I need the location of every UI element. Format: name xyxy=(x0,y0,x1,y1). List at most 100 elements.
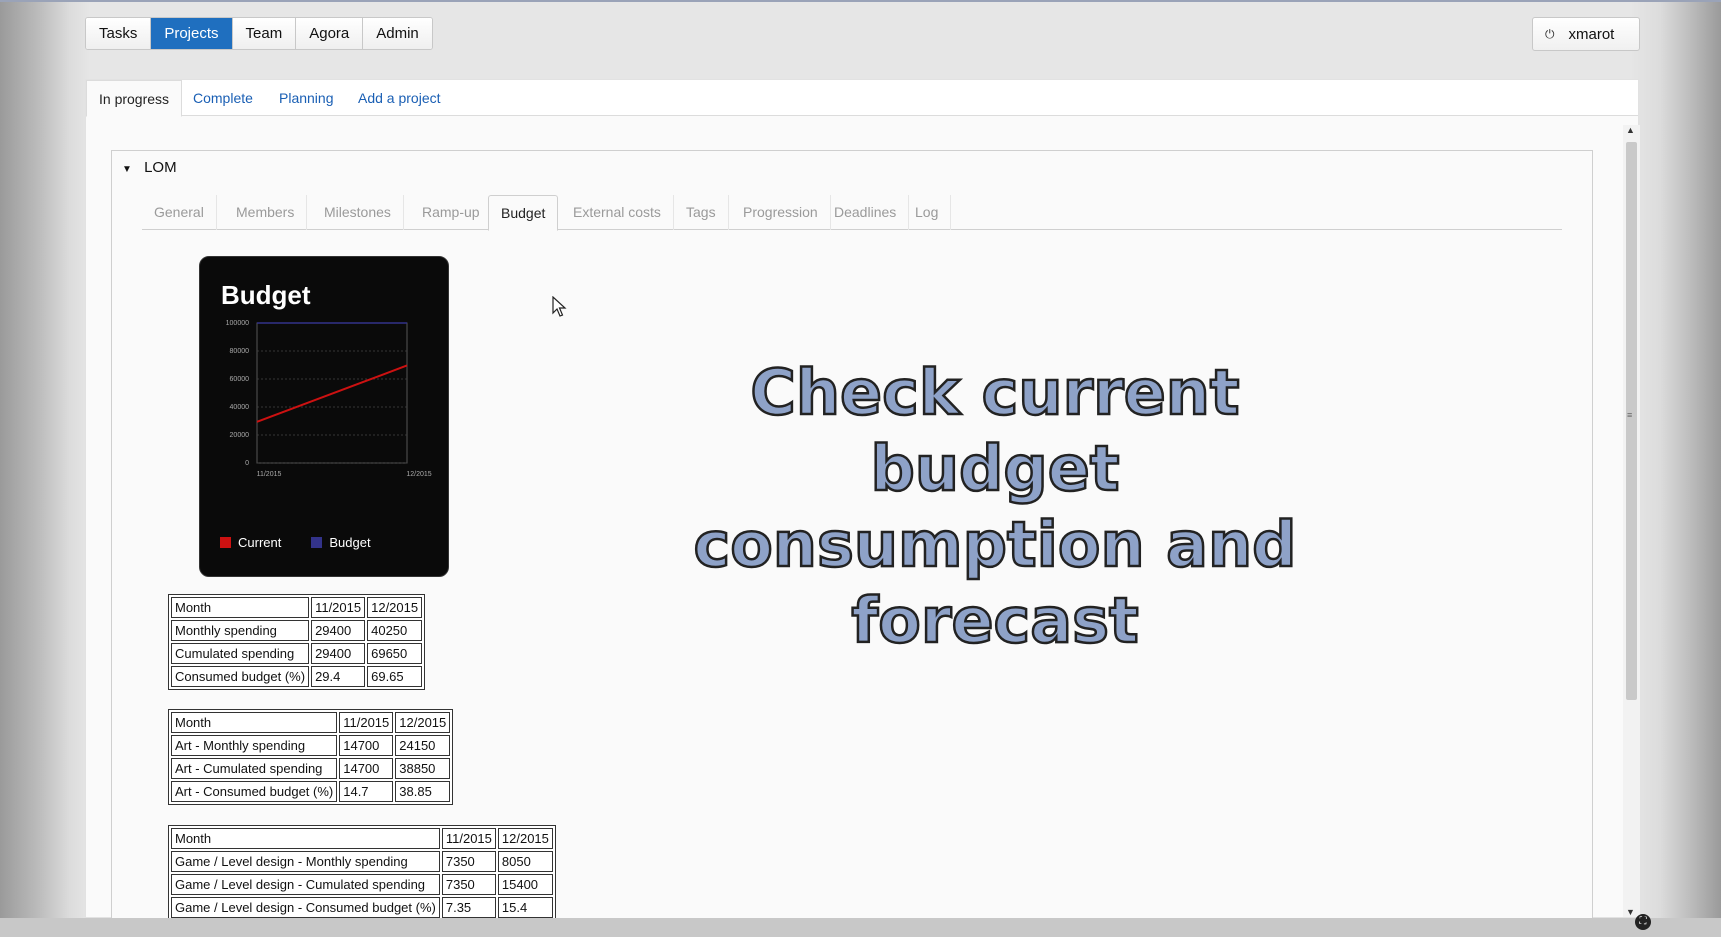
table-row: Month 11/2015 12/2015 xyxy=(171,712,451,733)
fullscreen-icon[interactable]: ⛶ xyxy=(1635,914,1651,930)
caption-overlay: Check current budget consumption and for… xyxy=(640,355,1350,659)
x-tick-label: 11/2015 xyxy=(257,471,282,478)
project-header[interactable]: ▼ LOM xyxy=(122,159,177,176)
tab-external-costs[interactable]: External costs xyxy=(561,195,674,230)
row-label-cell: Month xyxy=(171,828,440,849)
username: xmarot xyxy=(1568,25,1615,43)
caption-line-1: Check current budget xyxy=(749,355,1241,507)
chart-legend: Current Budget xyxy=(220,535,401,550)
value-cell: 7.35 xyxy=(441,897,496,918)
row-label-cell: Game / Level design - Monthly spending xyxy=(171,851,440,872)
value-cell: 12/2015 xyxy=(367,597,423,618)
y-tick-label: 20000 xyxy=(230,432,250,439)
legend-current: Current xyxy=(220,535,281,550)
tab-ramp-up[interactable]: Ramp-up xyxy=(410,195,493,230)
row-label-cell: Game / Level design - Cumulated spending xyxy=(171,874,440,895)
value-cell: 11/2015 xyxy=(441,828,496,849)
grip-icon: ≡ xyxy=(1627,410,1633,420)
row-label-cell: Month xyxy=(171,597,310,618)
value-cell: 15400 xyxy=(497,874,553,895)
legend-label-current: Current xyxy=(238,535,282,550)
table-row: Month 11/2015 12/2015 xyxy=(171,828,553,849)
table-row: Game / Level design - Consumed budget (%… xyxy=(171,897,553,918)
tab-log[interactable]: Log xyxy=(903,195,952,230)
budget-table-art: Month 11/2015 12/2015 Art - Monthly spendin… xyxy=(168,709,454,805)
value-cell: 29400 xyxy=(311,643,366,664)
series-line-current xyxy=(256,364,408,423)
value-cell: 14700 xyxy=(339,758,394,779)
value-cell: 38.85 xyxy=(395,781,451,802)
table-row: Art - Consumed budget (%) 14.7 38.85 xyxy=(171,781,451,802)
value-cell: 15.4 xyxy=(497,897,553,918)
tab-deadlines[interactable]: Deadlines xyxy=(822,195,910,230)
table-row: Art - Monthly spending 14700 24150 xyxy=(171,735,451,756)
x-tick-label: 12/2015 xyxy=(406,471,431,478)
value-cell: 7350 xyxy=(441,851,496,872)
row-label-cell: Consumed budget (%) xyxy=(171,666,310,687)
caption-line-3: forecast xyxy=(850,583,1140,659)
nav-projects[interactable]: Projects xyxy=(151,18,233,49)
table-row: Art - Cumulated spending 14700 38850 xyxy=(171,758,451,779)
value-cell: 40250 xyxy=(367,620,423,641)
row-label-cell: Monthly spending xyxy=(171,620,310,641)
tab-general[interactable]: General xyxy=(142,195,217,230)
project-tabs: General Members Milestones Ramp-up Budge… xyxy=(142,195,1562,231)
row-label-cell: Art - Monthly spending xyxy=(171,735,338,756)
chart-title: Budget xyxy=(221,280,311,310)
bottom-bar xyxy=(0,918,1721,937)
nav-tasks[interactable]: Tasks xyxy=(86,18,152,49)
value-cell: 11/2015 xyxy=(311,597,366,618)
value-cell: 7350 xyxy=(441,874,496,895)
nav-team[interactable]: Team xyxy=(232,18,297,49)
value-cell: 12/2015 xyxy=(395,712,451,733)
value-cell: 8050 xyxy=(497,851,553,872)
table-row: Game / Level design - Monthly spending 73… xyxy=(171,851,553,872)
tab-tags[interactable]: Tags xyxy=(674,195,729,230)
mouse-cursor-icon xyxy=(552,296,567,317)
y-tick-label: 100000 xyxy=(226,320,249,327)
scroll-thumb[interactable] xyxy=(1626,142,1637,700)
tab-members[interactable]: Members xyxy=(224,195,308,230)
scroll-up-icon[interactable]: ▲ xyxy=(1626,125,1635,135)
table-row: Month 11/2015 12/2015 xyxy=(171,597,423,618)
budget-table-game-design: Month 11/2015 12/2015 Game / Level design -… xyxy=(168,825,556,921)
y-tick-label: 60000 xyxy=(230,376,250,383)
value-cell: 38850 xyxy=(395,758,451,779)
top-border xyxy=(0,0,1721,2)
tab-add-project[interactable]: Add a project xyxy=(346,80,453,116)
main-nav: Tasks Projects Team Agora Admin xyxy=(85,17,433,50)
tab-milestones[interactable]: Milestones xyxy=(312,195,404,230)
tab-complete[interactable]: Complete xyxy=(181,80,265,116)
legend-label-budget: Budget xyxy=(329,535,371,550)
value-cell: 11/2015 xyxy=(339,712,394,733)
legend-swatch-budget xyxy=(311,537,323,548)
nav-admin[interactable]: Admin xyxy=(363,18,432,49)
value-cell: 14700 xyxy=(339,735,394,756)
row-label-cell: Art - Consumed budget (%) xyxy=(171,781,338,802)
table-row: Game / Level design - Cumulated spending… xyxy=(171,874,553,895)
row-label-cell: Month xyxy=(171,712,338,733)
nav-agora[interactable]: Agora xyxy=(296,18,364,49)
y-tick-label: 80000 xyxy=(230,348,250,355)
value-cell: 29.4 xyxy=(311,666,366,687)
scroll-down-icon[interactable]: ▼ xyxy=(1626,907,1635,917)
tab-budget[interactable]: Budget xyxy=(488,195,559,231)
vertical-scrollbar[interactable]: ▲ ≡ ▼ xyxy=(1623,125,1640,917)
tab-progression[interactable]: Progression xyxy=(731,195,831,230)
caption-line-2: consumption and xyxy=(692,507,1298,583)
value-cell: 69.65 xyxy=(367,666,423,687)
project-name: LOM xyxy=(144,159,177,176)
value-cell: 24150 xyxy=(395,735,451,756)
caret-down-icon[interactable]: ▼ xyxy=(122,164,132,175)
row-label-cell: Cumulated spending xyxy=(171,643,310,664)
row-label-cell: Art - Cumulated spending xyxy=(171,758,338,779)
table-row: Consumed budget (%) 29.4 69.65 xyxy=(171,666,423,687)
tab-planning[interactable]: Planning xyxy=(267,80,346,116)
legend-swatch-current xyxy=(220,537,231,548)
power-icon: ⏻ xyxy=(1545,26,1555,41)
tab-in-progress[interactable]: In progress xyxy=(86,80,183,117)
project-status-tabs: In progress Complete Planning Add a proj… xyxy=(86,80,1638,117)
value-cell: 29400 xyxy=(311,620,366,641)
budget-table-total: Month 11/2015 12/2015 Monthly spending 29400… xyxy=(168,594,426,690)
user-menu-button[interactable]: ⏻ xmarot xyxy=(1532,17,1640,51)
